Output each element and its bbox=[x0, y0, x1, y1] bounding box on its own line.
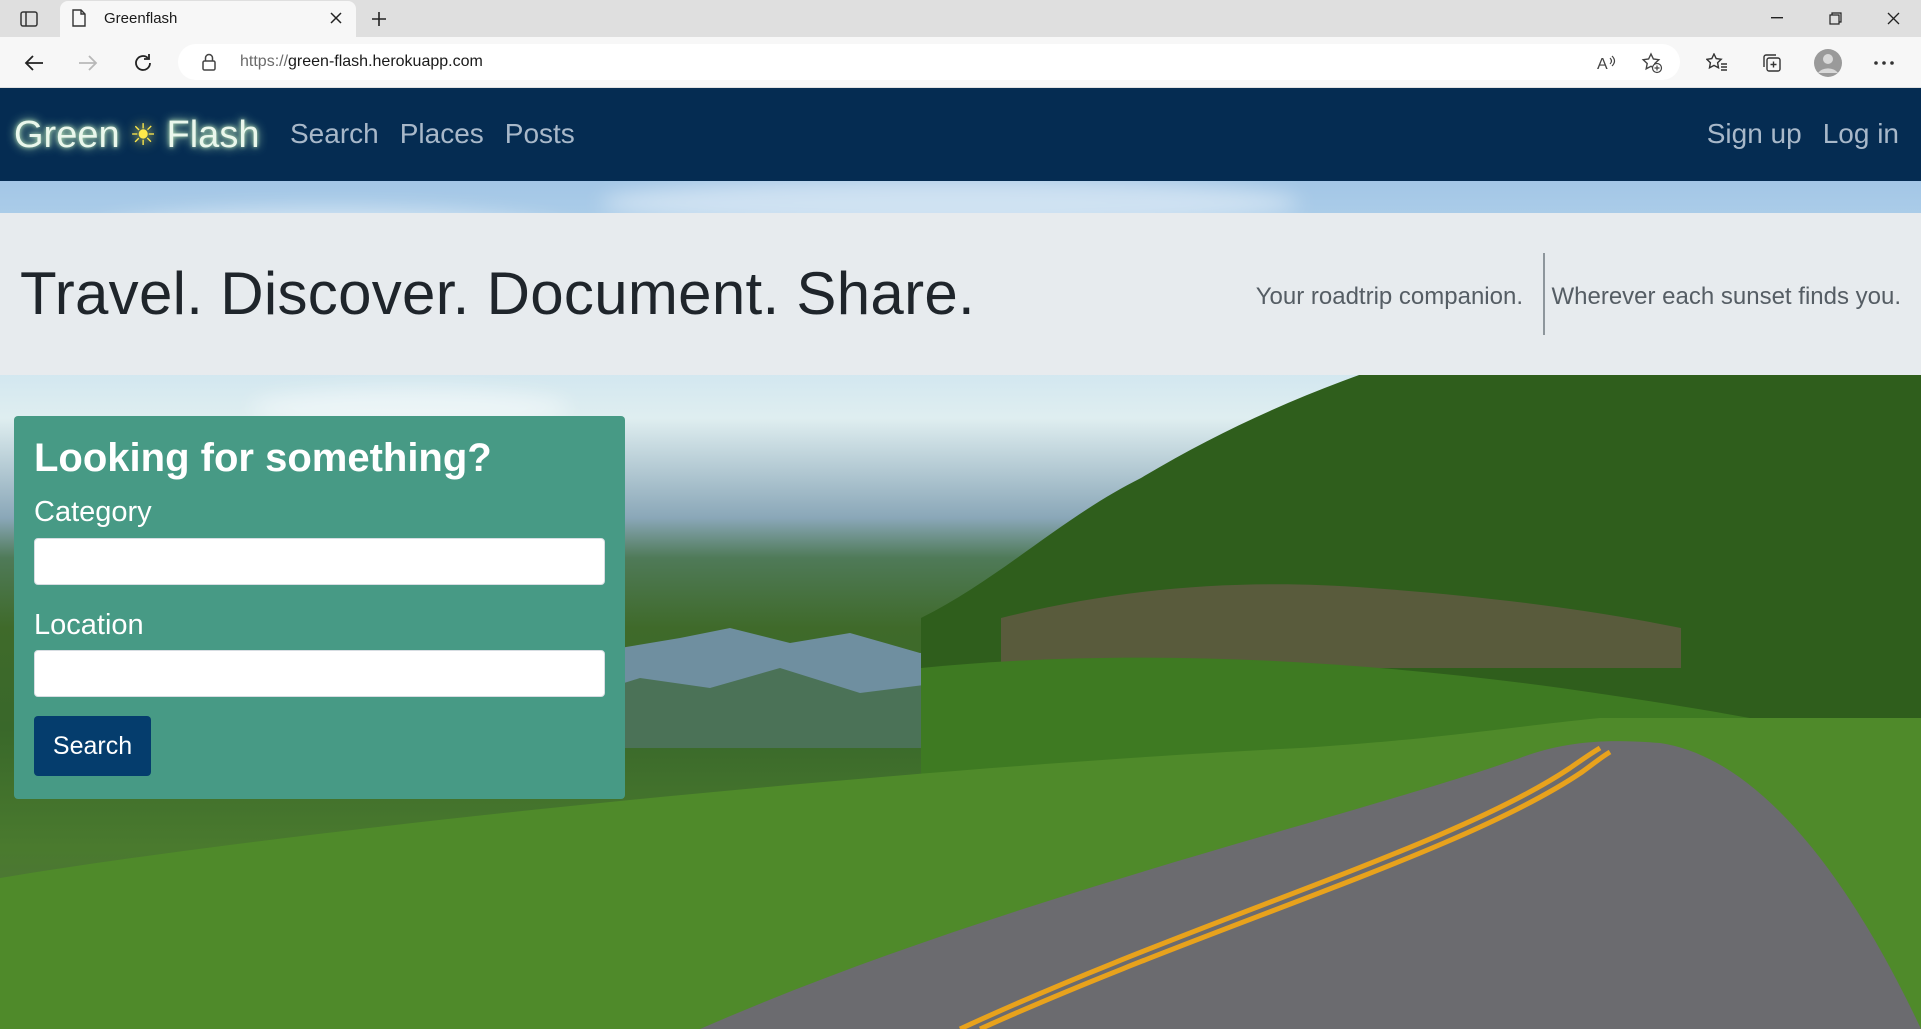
restore-icon[interactable] bbox=[1812, 4, 1858, 32]
site-logo[interactable]: Green ☀ Flash bbox=[14, 114, 259, 157]
page-icon bbox=[72, 9, 86, 32]
page-headline: Travel. Discover. Document. Share. bbox=[20, 260, 975, 327]
tagline-companion: Your roadtrip companion. bbox=[1255, 283, 1523, 310]
category-label: Category bbox=[34, 496, 152, 528]
hero-banner: Travel. Discover. Document. Share. Your … bbox=[0, 213, 1921, 375]
log-in-link[interactable]: Log in bbox=[1823, 118, 1899, 150]
back-icon[interactable] bbox=[18, 47, 50, 79]
search-form-card: Looking for something? Category Location… bbox=[14, 416, 625, 799]
brand-name-left: Green bbox=[14, 114, 120, 156]
sign-up-link[interactable]: Sign up bbox=[1707, 118, 1802, 150]
url-host: green-flash.herokuapp.com bbox=[288, 53, 483, 70]
auth-nav: Sign up Log in bbox=[1707, 118, 1899, 150]
lock-icon[interactable] bbox=[202, 53, 216, 76]
nav-posts-link[interactable]: Posts bbox=[505, 118, 575, 150]
url-text: https://green-flash.herokuapp.com bbox=[240, 53, 483, 71]
location-label: Location bbox=[34, 609, 144, 641]
nav-places-link[interactable]: Places bbox=[400, 118, 484, 150]
sun-icon: ☀ bbox=[129, 119, 157, 152]
brand-name-right: Flash bbox=[166, 114, 260, 156]
close-tab-icon[interactable] bbox=[326, 8, 346, 28]
browser-tab[interactable]: Greenflash bbox=[60, 1, 356, 37]
location-input[interactable] bbox=[34, 650, 605, 697]
collections-icon[interactable] bbox=[1756, 47, 1788, 79]
browser-tab-bar: Greenflash bbox=[0, 0, 1921, 37]
profile-avatar-icon[interactable] bbox=[1812, 47, 1844, 79]
tab-actions-icon[interactable] bbox=[14, 6, 44, 32]
browser-toolbar: https://green-flash.herokuapp.com A bbox=[0, 37, 1921, 88]
address-bar[interactable]: https://green-flash.herokuapp.com A bbox=[178, 44, 1680, 80]
add-favorite-icon[interactable] bbox=[1640, 52, 1664, 74]
refresh-icon[interactable] bbox=[127, 47, 159, 79]
tagline-sunset: Wherever each sunset finds you. bbox=[1551, 283, 1901, 310]
read-aloud-icon[interactable]: A bbox=[1596, 52, 1618, 74]
nav-search-link[interactable]: Search bbox=[290, 118, 379, 150]
page-viewport: Green ☀ Flash Search Places Posts Sign u… bbox=[0, 88, 1921, 1029]
svg-text:A: A bbox=[1597, 56, 1608, 72]
site-navbar: Green ☀ Flash Search Places Posts Sign u… bbox=[0, 88, 1921, 181]
main-nav: Search Places Posts bbox=[290, 118, 575, 150]
url-scheme: https:// bbox=[240, 53, 289, 70]
tagline-divider bbox=[1543, 253, 1545, 335]
tab-title: Greenflash bbox=[104, 10, 178, 27]
more-options-icon[interactable] bbox=[1868, 47, 1900, 79]
favorites-icon[interactable] bbox=[1701, 47, 1733, 79]
new-tab-icon[interactable] bbox=[366, 6, 392, 32]
forward-icon[interactable] bbox=[72, 47, 104, 79]
search-button[interactable]: Search bbox=[34, 716, 151, 776]
minimize-icon[interactable] bbox=[1754, 4, 1800, 32]
category-input[interactable] bbox=[34, 538, 605, 585]
search-card-title: Looking for something? bbox=[34, 436, 492, 480]
close-window-icon[interactable] bbox=[1870, 4, 1916, 32]
